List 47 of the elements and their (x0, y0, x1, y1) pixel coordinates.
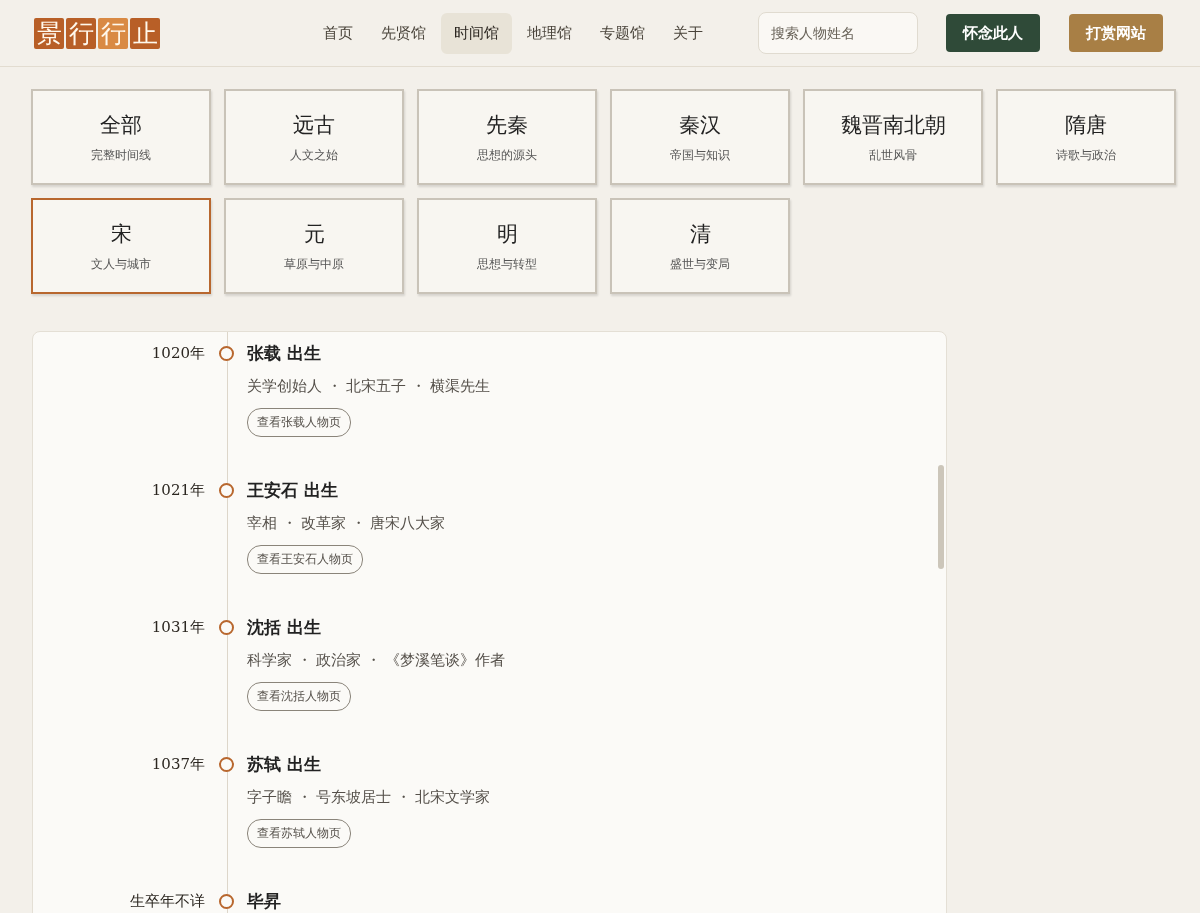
tag-line: 宰相 ・ 改革家 ・ 唐宋八大家 (247, 514, 446, 533)
nav-link[interactable]: 地理馆 (514, 12, 585, 54)
year-label: 1020年 (150, 344, 205, 364)
person-page-link[interactable]: 查看王安石人物页 (247, 545, 363, 574)
logo-tile: 行 (98, 17, 128, 49)
event-title: 毕昇 (247, 890, 281, 913)
nav-link[interactable]: 首页 (310, 12, 366, 54)
era-card[interactable]: 全部 完整时间线 (31, 89, 211, 185)
year-label: 1021年 (150, 481, 205, 501)
tag-line: 关学创始人 ・ 北宋五子 ・ 横渠先生 (247, 377, 491, 396)
timeline-dot (219, 757, 234, 772)
era-card[interactable]: 先秦 思想的源头 (417, 89, 597, 185)
person-page-link[interactable]: 查看张载人物页 (247, 408, 351, 437)
logo-tile: 景 (34, 17, 64, 49)
era-card[interactable]: 魏晋南北朝 乱世风骨 (803, 89, 983, 185)
tag-line: 字子瞻 ・ 号东坡居士 ・ 北宋文学家 (247, 788, 491, 807)
timeline-dot (219, 483, 234, 498)
event-title: 苏轼 出生 (247, 753, 322, 776)
person-page-link[interactable]: 查看沈括人物页 (247, 682, 351, 711)
timeline-dot (219, 346, 234, 361)
year-label: 1037年 (150, 755, 205, 775)
remember-button[interactable]: 怀念此人 (946, 14, 1040, 52)
logo-tile: 止 (130, 17, 160, 49)
era-card[interactable]: 秦汉 帝国与知识 (610, 89, 790, 185)
nav-link[interactable]: 关于 (660, 12, 716, 54)
era-card[interactable]: 隋唐 诗歌与政治 (996, 89, 1176, 185)
era-card[interactable]: 远古 人文之始 (224, 89, 404, 185)
event-title: 王安石 出生 (247, 479, 339, 502)
event-title: 张载 出生 (247, 342, 322, 365)
person-page-link[interactable]: 查看苏轼人物页 (247, 819, 351, 848)
nav-link[interactable]: 先贤馆 (368, 12, 439, 54)
year-label: 生卒年不详 (129, 892, 205, 912)
year-label: 1031年 (150, 618, 205, 638)
event-title: 沈括 出生 (247, 616, 322, 639)
era-card[interactable]: 元 草原与中原 (224, 198, 404, 294)
timeline-dot (219, 894, 234, 909)
tag-line: 科学家 ・ 政治家 ・ 《梦溪笔谈》作者 (247, 651, 506, 670)
scrollbar[interactable] (938, 465, 944, 569)
timeline-dot (219, 620, 234, 635)
search-field[interactable]: 搜索人物姓名 (758, 12, 918, 54)
era-card[interactable]: 明 思想与转型 (417, 198, 597, 294)
logo-tile: 行 (66, 17, 96, 49)
donate-button[interactable]: 打赏网站 (1069, 14, 1163, 52)
nav-link[interactable]: 专题馆 (587, 12, 658, 54)
era-card[interactable]: 宋 文人与城市 (31, 198, 211, 294)
era-card[interactable]: 清 盛世与变局 (610, 198, 790, 294)
nav-link[interactable]: 时间馆 (441, 12, 512, 54)
